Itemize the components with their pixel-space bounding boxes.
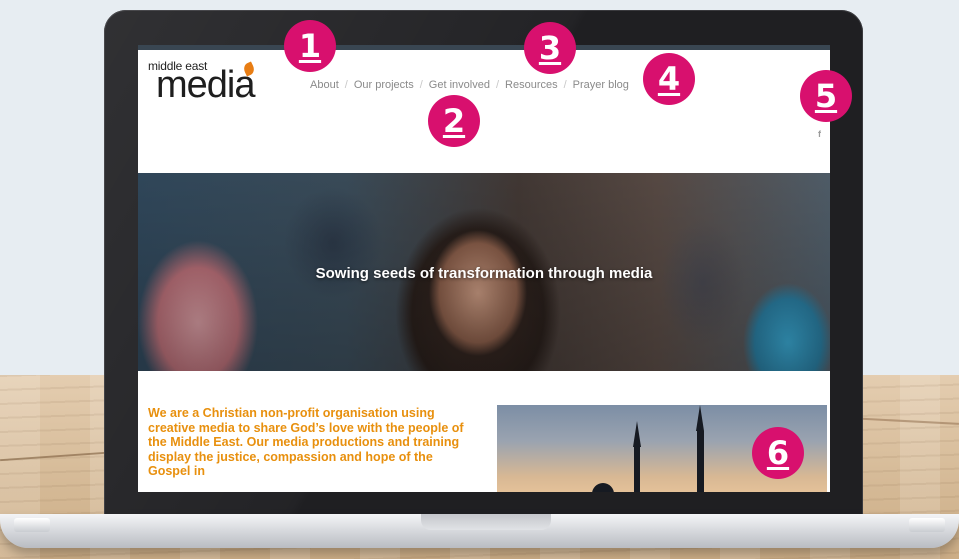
- browser-screen: middle east media About / Our projects /…: [138, 45, 830, 492]
- logo-big-text: media: [156, 64, 255, 106]
- annotation-badge-5: 5: [800, 70, 852, 122]
- nav-item-resources[interactable]: Resources: [505, 79, 558, 91]
- nav-separator: /: [563, 79, 567, 91]
- annotation-badge-3: 3: [524, 22, 576, 74]
- laptop-hinge-left: [14, 518, 50, 532]
- nav-separator: /: [344, 79, 348, 91]
- minaret-shape: [697, 431, 704, 492]
- nav-item-prayer-blog[interactable]: Prayer blog: [573, 79, 629, 91]
- annotation-badge-6: 6: [752, 427, 804, 479]
- minaret-spire: [696, 405, 704, 431]
- annotation-badge-1: 1: [284, 20, 336, 72]
- nav-item-about[interactable]: About: [310, 79, 339, 91]
- nav-separator: /: [419, 79, 423, 91]
- minaret-spire: [633, 421, 641, 447]
- main-navigation: About / Our projects / Get involved / Re…: [310, 79, 629, 91]
- annotation-badge-2: 2: [428, 95, 480, 147]
- dome-shape: [592, 483, 614, 492]
- minaret-shape: [634, 447, 640, 492]
- top-strip: [138, 45, 830, 50]
- intro-text: We are a Christian non-profit organisati…: [148, 406, 464, 478]
- nav-separator: /: [495, 79, 500, 91]
- nav-item-get-involved[interactable]: Get involved: [429, 79, 490, 91]
- laptop-hinge-right: [909, 518, 945, 532]
- laptop-opening-notch: [421, 514, 551, 530]
- hero-title: Sowing seeds of transformation through m…: [315, 265, 653, 282]
- annotation-badge-4: 4: [643, 53, 695, 105]
- facebook-icon[interactable]: f: [818, 129, 821, 139]
- nav-item-our-projects[interactable]: Our projects: [354, 79, 414, 91]
